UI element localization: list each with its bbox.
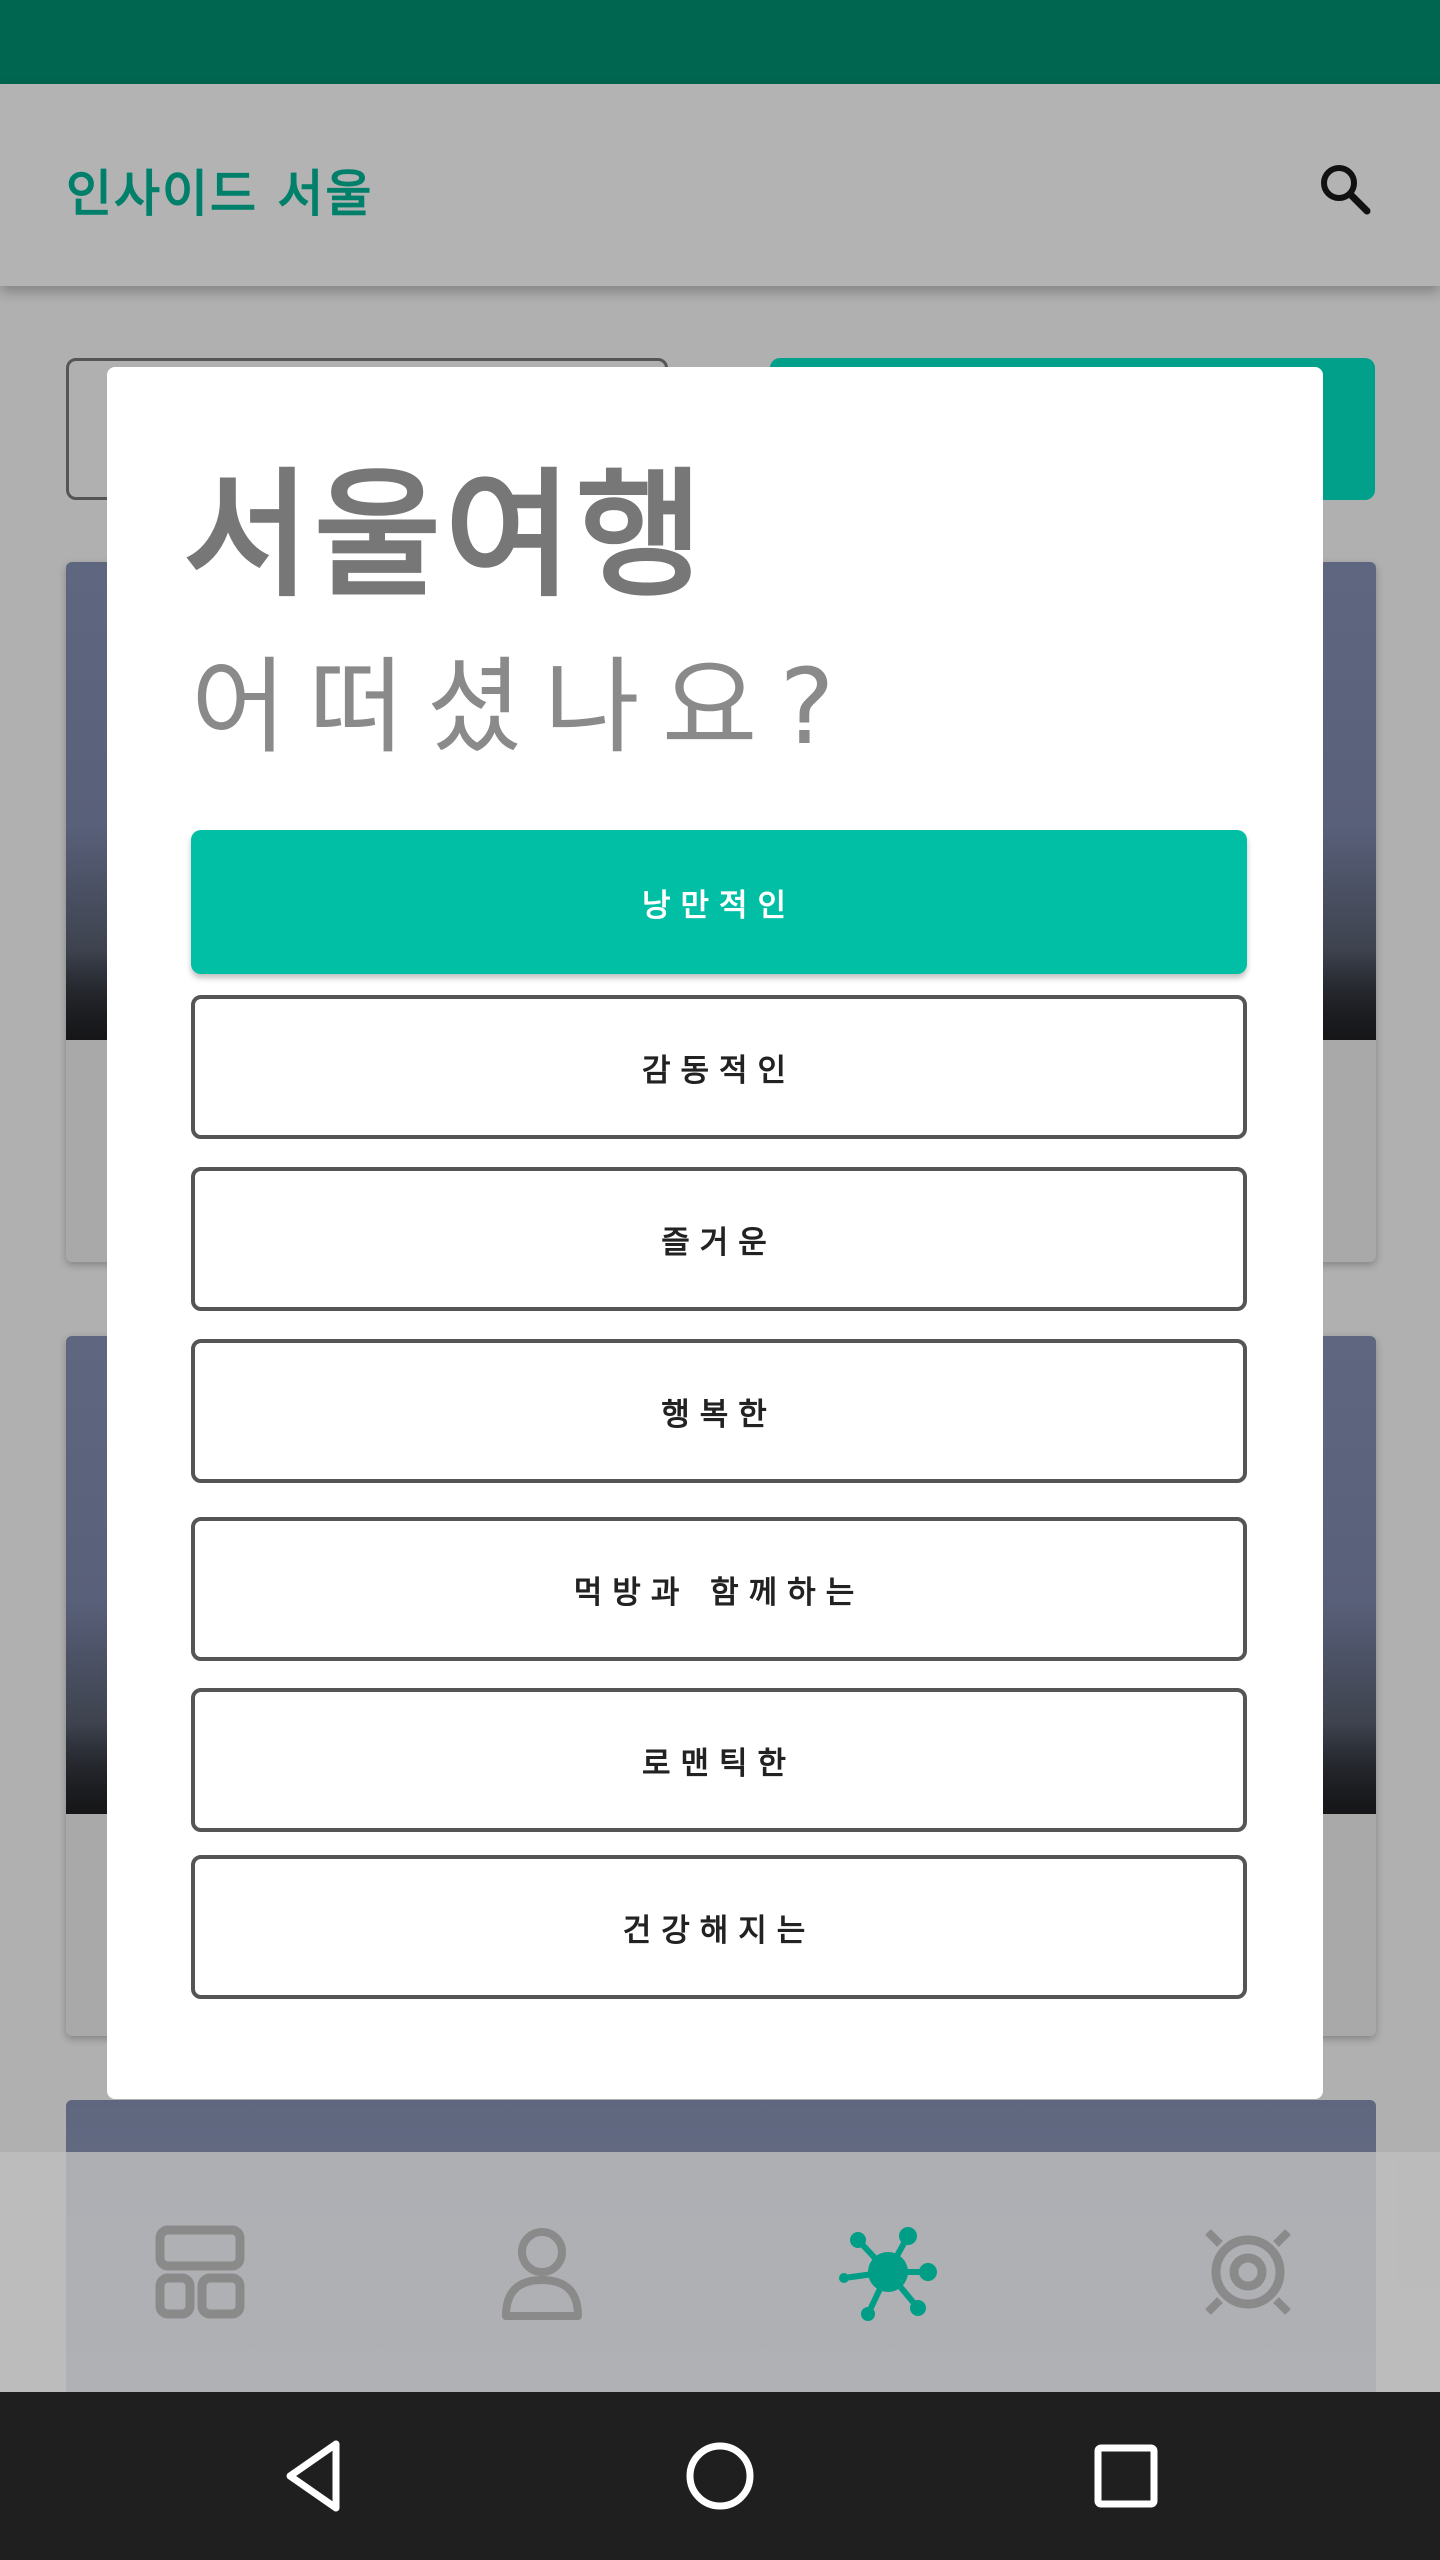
system-navigation-bar [0, 2392, 1440, 2560]
option-button-romantic-2[interactable]: 로맨틱한 [191, 1688, 1247, 1832]
home-button[interactable] [678, 2434, 762, 2518]
option-button-mukbang[interactable]: 먹방과 함께하는 [191, 1517, 1247, 1661]
app-title: 인사이드 서울 [66, 165, 374, 223]
nav-item-dashboard[interactable] [150, 2222, 250, 2322]
dialog-title: 서울여행 [183, 455, 707, 616]
status-bar [0, 0, 1440, 84]
back-icon [286, 2440, 340, 2512]
home-icon [686, 2442, 754, 2510]
option-button-fun[interactable]: 즐거운 [191, 1167, 1247, 1311]
recents-button[interactable] [1084, 2434, 1168, 2518]
person-icon [502, 2228, 582, 2320]
molecule-icon [839, 2227, 937, 2321]
option-button-romantic[interactable]: 낭만적인 [191, 830, 1247, 974]
search-button[interactable] [1315, 159, 1375, 219]
target-icon [1205, 2229, 1291, 2315]
recents-icon [1094, 2444, 1158, 2508]
mood-dialog: 서울여행 어떠셨나요? 낭만적인 감동적인 즐거운 행복한 먹방과 함께하는 로… [107, 367, 1323, 2099]
back-button[interactable] [274, 2434, 358, 2518]
option-button-healthy[interactable]: 건강해지는 [191, 1855, 1247, 1999]
nav-item-profile[interactable] [492, 2222, 592, 2322]
option-button-happy[interactable]: 행복한 [191, 1339, 1247, 1483]
bottom-navigation [0, 2152, 1440, 2392]
dashboard-icon [155, 2225, 245, 2319]
option-button-touching[interactable]: 감동적인 [191, 995, 1247, 1139]
nav-item-explore[interactable] [838, 2222, 938, 2322]
dialog-subtitle: 어떠셨나요? [191, 646, 857, 768]
search-icon [1321, 165, 1371, 215]
nav-item-settings[interactable] [1198, 2222, 1298, 2322]
app-bar: 인사이드 서울 [0, 84, 1440, 286]
